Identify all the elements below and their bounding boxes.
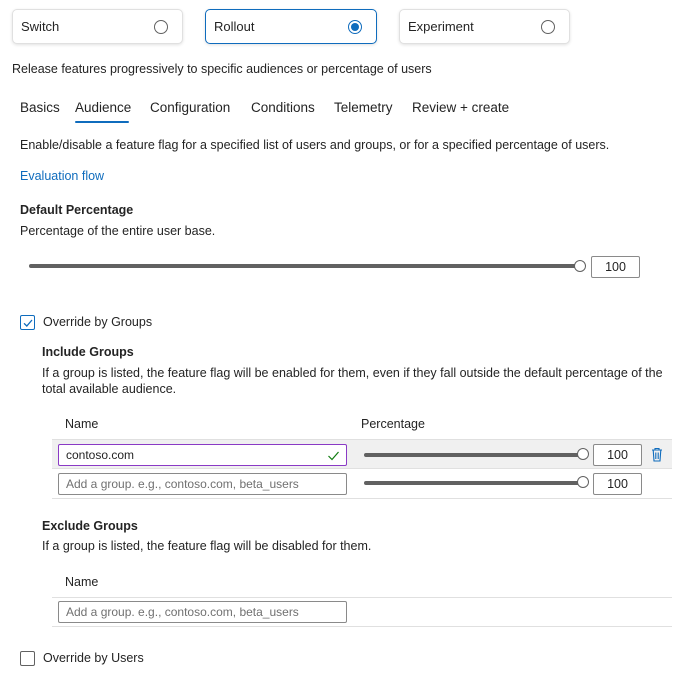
include-percentage-slider-thumb[interactable] — [577, 476, 589, 488]
checkmark-icon — [23, 319, 33, 327]
tab-audience[interactable]: Audience — [75, 100, 131, 115]
evaluation-flow-link[interactable]: Evaluation flow — [20, 169, 104, 183]
include-percentage-header: Percentage — [361, 417, 425, 431]
table-divider — [52, 597, 672, 598]
include-percentage-input[interactable]: 100 — [593, 444, 642, 466]
include-group-name-input[interactable]: Add a group. e.g., contoso.com, beta_use… — [58, 473, 347, 495]
tab-configuration[interactable]: Configuration — [150, 100, 230, 115]
tab-review-create[interactable]: Review + create — [412, 100, 509, 115]
exclude-group-name-input[interactable]: Add a group. e.g., contoso.com, beta_use… — [58, 601, 347, 623]
include-groups-title: Include Groups — [42, 345, 134, 359]
default-percentage-slider-thumb[interactable] — [574, 260, 586, 272]
override-groups-label[interactable]: Override by Groups — [43, 315, 152, 329]
exclude-groups-description: If a group is listed, the feature flag w… — [42, 539, 372, 553]
flag-type-rollout[interactable]: Rollout — [205, 9, 377, 44]
table-divider — [52, 626, 672, 627]
group-name-placeholder: Add a group. e.g., contoso.com, beta_use… — [66, 605, 299, 619]
include-percentage-slider-track[interactable] — [364, 453, 582, 457]
table-divider — [52, 468, 672, 469]
default-percentage-input[interactable]: 100 — [591, 256, 640, 278]
flag-type-label: Switch — [21, 19, 60, 34]
include-percentage-slider-track[interactable] — [364, 481, 582, 485]
override-groups-checkbox[interactable] — [20, 315, 35, 330]
exclude-name-header: Name — [65, 575, 99, 589]
flag-type-label: Experiment — [408, 19, 474, 34]
active-tab-indicator — [75, 121, 129, 123]
trash-icon[interactable] — [651, 447, 663, 462]
checkmark-icon — [328, 451, 339, 461]
group-name-placeholder: Add a group. e.g., contoso.com, beta_use… — [66, 477, 299, 491]
type-description: Release features progressively to specif… — [12, 62, 432, 76]
default-percentage-slider-track[interactable] — [29, 264, 579, 268]
flag-type-label: Rollout — [214, 19, 255, 34]
tab-telemetry[interactable]: Telemetry — [334, 100, 393, 115]
override-users-label[interactable]: Override by Users — [43, 651, 144, 665]
default-percentage-description: Percentage of the entire user base. — [20, 224, 216, 238]
default-percentage-title: Default Percentage — [20, 203, 134, 217]
radio-icon[interactable] — [541, 19, 555, 34]
flag-type-experiment[interactable]: Experiment — [399, 9, 570, 44]
override-users-checkbox[interactable] — [20, 651, 35, 666]
radio-icon[interactable] — [154, 19, 168, 34]
include-name-header: Name — [65, 417, 99, 431]
include-percentage-input[interactable]: 100 — [593, 473, 642, 495]
include-group-name-input[interactable]: contoso.com — [58, 444, 347, 466]
audience-description: Enable/disable a feature flag for a spec… — [20, 138, 610, 152]
include-percentage-slider-thumb[interactable] — [577, 448, 589, 460]
exclude-groups-title: Exclude Groups — [42, 519, 138, 533]
tab-conditions[interactable]: Conditions — [251, 100, 315, 115]
group-name-value: contoso.com — [66, 448, 135, 462]
table-divider — [52, 498, 672, 499]
radio-selected-icon[interactable] — [348, 19, 362, 34]
tab-basics[interactable]: Basics — [20, 100, 60, 115]
include-groups-description: If a group is listed, the feature flag w… — [42, 366, 663, 396]
flag-type-switch[interactable]: Switch — [12, 9, 183, 44]
